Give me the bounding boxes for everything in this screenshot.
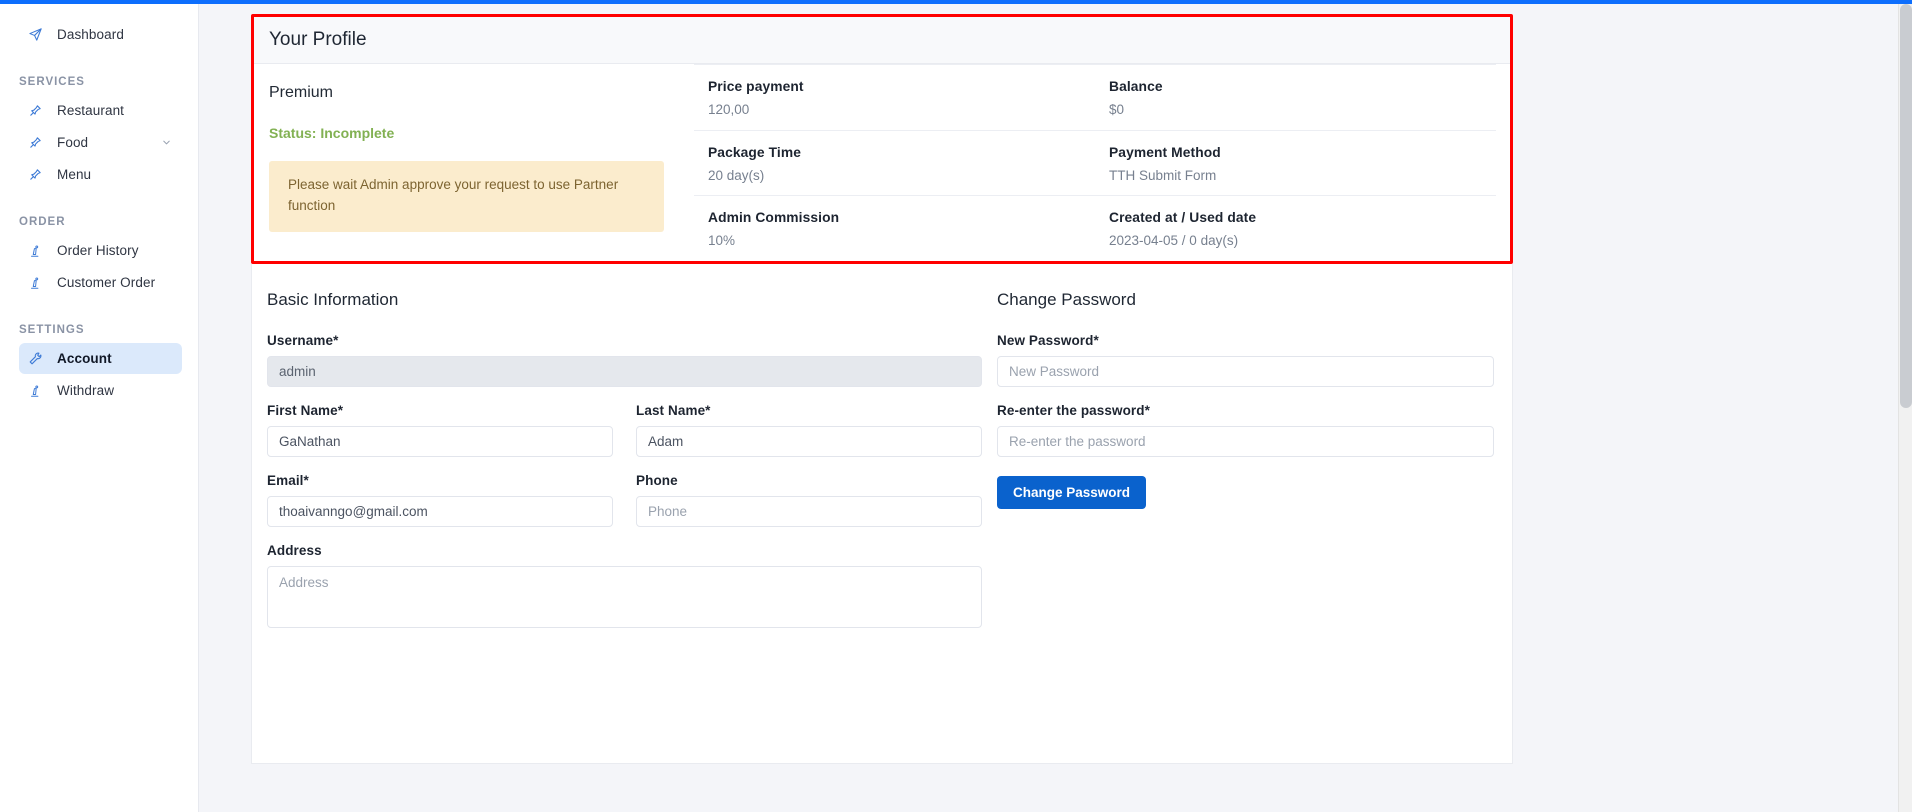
send-icon [28,27,48,42]
profile-card-header: Your Profile [254,17,1510,64]
sidebar-item-label: Account [57,351,112,366]
pin-icon [28,135,48,150]
profile-summary: Premium Status: Incomplete Please wait A… [254,64,694,261]
detail-row: Package Time 20 day(s) [694,129,1095,196]
detail-row: Admin Commission 10% [694,195,1095,261]
contact-row: Email* Phone [267,473,982,543]
email-field-group: Email* [267,473,613,527]
change-password-title: Change Password [997,289,1136,309]
address-input[interactable] [267,565,982,628]
first-name-label: First Name* [267,402,344,418]
sidebar: Dashboard SERVICES Restaurant Food Menu … [0,4,199,812]
username-field-group: Username* [267,333,982,387]
app-root: Dashboard SERVICES Restaurant Food Menu … [0,0,1912,812]
pin-icon [28,167,48,182]
sidebar-item-customer-order[interactable]: Customer Order [19,267,182,298]
sidebar-item-label: Order History [57,243,139,258]
first-name-input[interactable] [267,425,613,457]
sidebar-item-label: Food [57,135,89,150]
detail-row: Payment Method TTH Submit Form [1095,129,1496,196]
first-name-field-group: First Name* [267,403,613,457]
page-title: Your Profile [269,29,367,50]
sidebar-item-account[interactable]: Account [19,343,182,374]
new-password-label: New Password* [997,332,1099,348]
username-input [267,355,982,387]
username-label: Username* [267,332,339,348]
reenter-password-field-group: Re-enter the password* [997,403,1494,457]
last-name-input[interactable] [636,425,982,457]
phone-field-group: Phone [636,473,982,527]
new-password-input[interactable] [997,355,1494,387]
account-forms: Basic Information Username* First Name* … [251,263,1513,764]
detail-label: Package Time [708,144,801,160]
scrollbar-thumb[interactable] [1900,4,1912,408]
profile-details-column-1: Price payment 120,00 Package Time 20 day… [694,64,1095,261]
detail-value: $0 [1109,102,1125,117]
change-password-button[interactable]: Change Password [997,475,1147,509]
detail-value: TTH Submit Form [1109,167,1217,183]
monument-icon [28,276,48,290]
detail-label: Balance [1109,79,1163,94]
detail-row: Balance $0 [1095,64,1496,130]
basic-information-section: Basic Information Username* First Name* … [252,290,982,763]
last-name-field-group: Last Name* [636,403,982,457]
address-label: Address [267,542,322,558]
sidebar-item-label: Dashboard [57,27,124,42]
detail-value: 10% [708,233,736,248]
monument-icon [28,244,48,258]
sidebar-item-label: Withdraw [57,383,115,398]
detail-value: 20 day(s) [708,167,765,183]
detail-row: Price payment 120,00 [694,64,1095,130]
email-field[interactable] [267,495,613,527]
wrench-icon [28,351,48,366]
sidebar-item-withdraw[interactable]: Withdraw [19,375,182,406]
profile-card: Your Profile Premium Status: Incomplete … [251,14,1513,264]
change-password-section: Change Password New Password* Re-enter t… [982,290,1512,763]
detail-label: Payment Method [1109,144,1221,160]
sidebar-section-services: SERVICES [19,76,85,88]
name-row: First Name* Last Name* [267,403,982,473]
detail-value: 120,00 [708,102,750,117]
vertical-scrollbar[interactable] [1898,4,1912,812]
phone-label: Phone [636,472,678,488]
top-accent-bar [0,0,1912,4]
pin-icon [28,103,48,118]
phone-input[interactable] [636,495,982,527]
profile-details: Price payment 120,00 Package Time 20 day… [694,64,1510,261]
sidebar-item-label: Customer Order [57,275,156,290]
sidebar-section-settings: SETTINGS [19,324,85,336]
sidebar-item-label: Menu [57,167,92,182]
main-content: Your Profile Premium Status: Incomplete … [199,4,1899,812]
detail-label: Admin Commission [708,210,840,225]
profile-details-column-2: Balance $0 Payment Method TTH Submit For… [1095,64,1496,261]
reenter-password-input[interactable] [997,425,1494,457]
detail-row: Created at / Used date 2023-04-05 / 0 da… [1095,195,1496,261]
profile-card-body: Premium Status: Incomplete Please wait A… [254,64,1510,261]
basic-information-title: Basic Information [267,289,399,309]
plan-name: Premium [269,84,334,101]
sidebar-item-food[interactable]: Food [19,127,182,158]
chevron-down-icon[interactable] [161,137,172,148]
address-field-group: Address [267,543,982,628]
reenter-password-label: Re-enter the password* [997,402,1150,418]
sidebar-item-label: Restaurant [57,103,125,118]
detail-label: Price payment [708,79,804,94]
monument-icon [28,384,48,398]
sidebar-section-order: ORDER [19,216,66,228]
detail-value: 2023-04-05 / 0 day(s) [1109,233,1239,248]
email-label: Email* [267,472,309,488]
detail-label: Created at / Used date [1109,210,1257,225]
new-password-field-group: New Password* [997,333,1494,387]
sidebar-item-dashboard[interactable]: Dashboard [19,19,182,50]
sidebar-item-order-history[interactable]: Order History [19,235,182,266]
sidebar-item-restaurant[interactable]: Restaurant [19,95,182,126]
sidebar-item-menu[interactable]: Menu [19,159,182,190]
last-name-label: Last Name* [636,402,711,418]
admin-approval-alert: Please wait Admin approve your request t… [269,161,664,232]
status-badge: Status: Incomplete [269,125,395,141]
